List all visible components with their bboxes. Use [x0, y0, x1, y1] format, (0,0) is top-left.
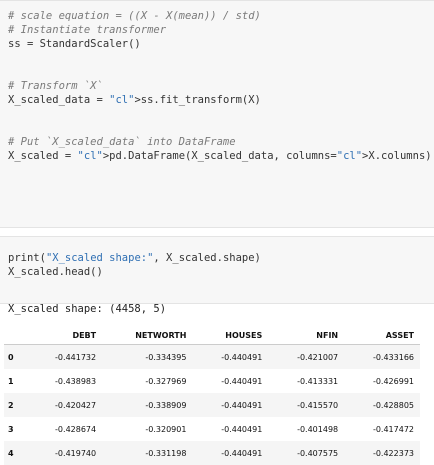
- code-comment: # Instantiate transformer: [8, 24, 167, 36]
- row-index: 0: [8, 352, 14, 362]
- table-cell: -0.331198: [145, 448, 187, 458]
- row-index: 3: [8, 424, 14, 434]
- table-row: 0 -0.441732 -0.334395 -0.440491 -0.421007 -0.…: [4, 344, 420, 369]
- table-cell: -0.334395: [145, 352, 187, 362]
- table-cell: -0.421007: [297, 352, 339, 362]
- table-cell: -0.440491: [221, 400, 263, 410]
- table-row: 3 -0.428674 -0.320901 -0.440491 -0.401498 -0.…: [4, 417, 420, 441]
- table-cell: -0.413331: [297, 376, 339, 386]
- table-cell: -0.426991: [372, 376, 414, 386]
- table-cell: -0.420427: [55, 400, 97, 410]
- table-cell: -0.440491: [221, 448, 263, 458]
- table-cell: -0.440491: [221, 424, 263, 434]
- code-comment: # scale equation = ((X - X(mean)) / std): [8, 10, 261, 22]
- column-header-networth: NETWORTH: [102, 326, 193, 345]
- column-header-asset: ASSET: [344, 326, 420, 345]
- code-line: X_scaled = "cl">pd.DataFrame(X_scaled_da…: [8, 150, 432, 162]
- index-header: [4, 326, 27, 345]
- table-cell: -0.428805: [372, 400, 414, 410]
- table-cell: -0.440491: [221, 352, 263, 362]
- code-cell-1[interactable]: # scale equation = ((X - X(mean)) / std)…: [0, 0, 434, 228]
- row-index: 4: [8, 448, 14, 458]
- table-row: 4 -0.419740 -0.331198 -0.440491 -0.407575 -0.…: [4, 441, 420, 465]
- row-index: 1: [8, 376, 14, 386]
- table-cell: -0.433166: [372, 352, 414, 362]
- output-shape-text: X_scaled shape: (4458, 5): [8, 303, 167, 315]
- table-cell: -0.419740: [55, 448, 97, 458]
- table-row: 2 -0.420427 -0.338909 -0.440491 -0.415570 -0.…: [4, 393, 420, 417]
- code-line: X_scaled_data = "cl">ss.fit_transform(X): [8, 94, 261, 106]
- table-cell: -0.327969: [145, 376, 187, 386]
- table-cell: -0.338909: [145, 400, 187, 410]
- code-line: print("X_scaled shape:", X_scaled.shape): [8, 252, 261, 264]
- column-header-houses: HOUSES: [192, 326, 269, 345]
- dataframe-table: DEBT NETWORTH HOUSES NFIN ASSET 0 -0.4417…: [4, 326, 420, 465]
- table-cell: -0.401498: [297, 424, 339, 434]
- code-cell-2[interactable]: print("X_scaled shape:", X_scaled.shape)…: [0, 236, 434, 304]
- code-line: ss = StandardScaler(): [8, 38, 141, 50]
- table-cell: -0.440491: [221, 376, 263, 386]
- table-cell: -0.417472: [372, 424, 414, 434]
- code-line: X_scaled.head(): [8, 266, 103, 278]
- table-cell: -0.441732: [55, 352, 97, 362]
- table-cell: -0.428674: [55, 424, 97, 434]
- column-header-nfin: NFIN: [268, 326, 345, 345]
- table-row: 1 -0.438983 -0.327969 -0.440491 -0.413331 -0.…: [4, 369, 420, 393]
- table-header-row: DEBT NETWORTH HOUSES NFIN ASSET: [4, 326, 420, 345]
- code-comment: # Put `X_scaled_data` into DataFrame: [8, 136, 236, 148]
- table-cell: -0.320901: [145, 424, 187, 434]
- row-index: 2: [8, 400, 14, 410]
- table-cell: -0.438983: [55, 376, 97, 386]
- table-cell: -0.415570: [297, 400, 339, 410]
- column-header-debt: DEBT: [26, 326, 103, 345]
- table-cell: -0.407575: [297, 448, 339, 458]
- table-cell: -0.422373: [372, 448, 414, 458]
- code-comment: # Transform `X`: [8, 80, 103, 92]
